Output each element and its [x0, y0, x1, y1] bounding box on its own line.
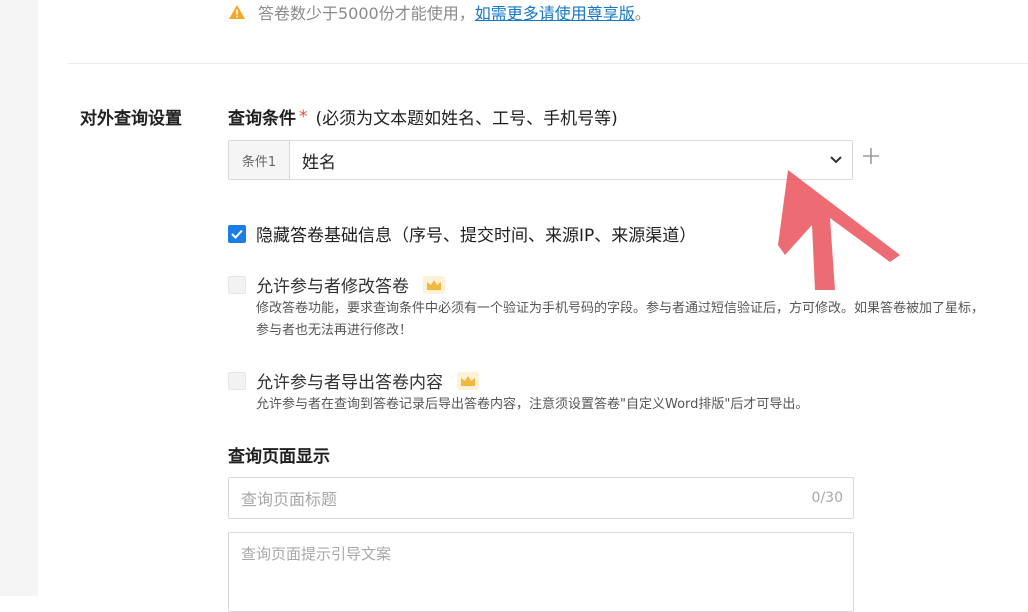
option-label: 允许参与者修改答卷: [256, 277, 409, 297]
required-mark: *: [299, 106, 308, 127]
condition-tag: 条件1: [229, 141, 290, 179]
checkbox-hide-basic-info[interactable]: [228, 224, 246, 243]
condition-row: 条件1 姓名: [228, 140, 853, 180]
query-page-guide-textarea[interactable]: 查询页面提示引导文案: [228, 532, 854, 612]
query-condition-title: 查询条件 * (必须为文本题如姓名、工号、手机号等): [228, 104, 618, 130]
left-gutter: [0, 0, 38, 596]
query-page-title-input[interactable]: 查询页面标题 0/30: [228, 477, 854, 519]
option-description: 允许参与者在查询到答卷记录后导出答卷内容，注意须设置答卷"自定义Word排版"后…: [256, 397, 809, 412]
query-page-title: 查询页面显示: [228, 447, 330, 467]
upgrade-link[interactable]: 如需更多请使用尊享版: [475, 0, 635, 24]
condition-hint: (必须为文本题如姓名、工号、手机号等): [315, 109, 618, 129]
option-label: 隐藏答卷基础信息（序号、提交时间、来源IP、来源渠道）: [256, 226, 697, 246]
usage-notice: 答卷数少于5000份才能使用， 如需更多请使用尊享版 。: [228, 0, 651, 24]
notice-suffix: 。: [634, 4, 651, 23]
crown-icon: [457, 371, 479, 390]
textarea-placeholder: 查询页面提示引导文案: [241, 545, 392, 563]
option-allow-modify[interactable]: 允许参与者修改答卷: [228, 272, 445, 297]
option-description: 修改答卷功能，要求查询条件中必须有一个验证为手机号码的字段。参与者通过短信验证后…: [256, 301, 985, 338]
option-hide-basic-info[interactable]: 隐藏答卷基础信息（序号、提交时间、来源IP、来源渠道）: [228, 221, 696, 246]
condition-title-label: 查询条件: [228, 109, 296, 129]
checkbox-allow-export[interactable]: [228, 371, 246, 390]
input-placeholder: 查询页面标题: [241, 490, 338, 509]
check-icon: [231, 229, 243, 239]
condition-select[interactable]: 姓名: [290, 141, 852, 179]
option-label: 允许参与者导出答卷内容: [256, 373, 443, 393]
section-divider: [68, 63, 1028, 64]
condition-selected-value: 姓名: [302, 152, 336, 173]
option-allow-export[interactable]: 允许参与者导出答卷内容: [228, 368, 479, 393]
crown-icon: [423, 275, 445, 294]
char-counter: 0/30: [811, 490, 843, 506]
section-label: 对外查询设置: [80, 109, 182, 129]
annotation-arrow: [778, 170, 900, 290]
checkbox-allow-modify[interactable]: [228, 275, 246, 294]
notice-text: 答卷数少于5000份才能使用，: [258, 4, 475, 23]
warning-icon: [229, 5, 245, 19]
